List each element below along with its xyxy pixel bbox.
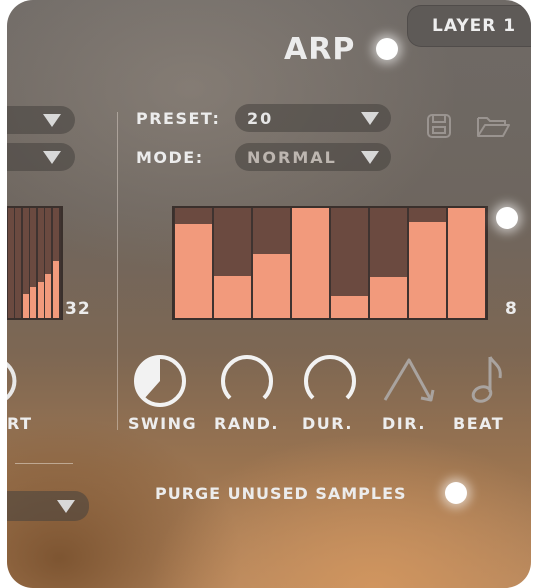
- direction-arrow-icon[interactable]: [381, 354, 443, 406]
- arp-step[interactable]: [292, 208, 329, 318]
- left-step-fill: [37, 282, 44, 318]
- arp-step-fill: [370, 277, 407, 318]
- purge-label[interactable]: PURGE UNUSED SAMPLES: [155, 484, 407, 503]
- left-control-label: RT: [7, 414, 33, 433]
- arp-step-fill: [253, 254, 290, 318]
- mode-label: MODE:: [136, 148, 204, 167]
- arp-step[interactable]: [214, 208, 251, 318]
- left-step-grid[interactable]: [7, 206, 63, 320]
- left-step[interactable]: [45, 208, 51, 318]
- arp-power-toggle[interactable]: [376, 38, 398, 60]
- arp-step-fill: [292, 208, 329, 318]
- arp-title: ARP: [284, 32, 356, 67]
- save-icon[interactable]: [425, 112, 453, 140]
- dur-knob-icon[interactable]: [301, 352, 359, 410]
- dir-label: DIR.: [382, 414, 426, 433]
- left-step[interactable]: [22, 208, 29, 318]
- preset-label: PRESET:: [136, 109, 221, 128]
- beat-label: BEAT: [453, 414, 505, 433]
- arp-step-grid[interactable]: [172, 206, 488, 320]
- left-step-count: 32: [65, 299, 91, 319]
- arp-step-fill: [409, 222, 446, 318]
- arp-step[interactable]: [175, 208, 212, 318]
- left-step[interactable]: [15, 208, 21, 318]
- arp-step[interactable]: [253, 208, 290, 318]
- knob-icon[interactable]: [7, 356, 21, 406]
- arp-panel: LAYER 1 ARP PRESET: 20 MODE: NORMAL 32 8…: [7, 0, 531, 588]
- step-count: 8: [505, 299, 518, 319]
- preset-value: 20: [247, 109, 274, 128]
- left-step[interactable]: [37, 208, 44, 318]
- left-step-fill: [22, 294, 29, 318]
- folder-icon[interactable]: [475, 112, 513, 140]
- left-dropdown-2[interactable]: [7, 143, 75, 171]
- left-step[interactable]: [7, 208, 14, 318]
- arp-step-fill: [448, 208, 485, 318]
- left-step-fill: [30, 287, 36, 318]
- chevron-down-icon: [361, 151, 379, 164]
- layer-label: LAYER 1: [432, 16, 517, 36]
- section-divider: [117, 112, 118, 430]
- left-divider: [15, 463, 73, 464]
- arp-step-fill: [214, 276, 251, 318]
- layer-badge[interactable]: LAYER 1: [407, 5, 531, 47]
- arp-step-fill: [331, 296, 368, 318]
- arp-step[interactable]: [370, 208, 407, 318]
- chevron-down-icon: [43, 151, 61, 164]
- chevron-down-icon: [43, 114, 61, 127]
- mode-dropdown[interactable]: NORMAL: [235, 143, 391, 171]
- arp-step[interactable]: [448, 208, 485, 318]
- left-dropdown-1[interactable]: [7, 106, 75, 134]
- purge-toggle[interactable]: [445, 482, 467, 504]
- preset-dropdown[interactable]: 20: [235, 104, 391, 132]
- rand-label: RAND.: [214, 414, 279, 433]
- chevron-down-icon: [361, 112, 379, 125]
- swing-knob-icon[interactable]: [131, 352, 189, 410]
- mode-value: NORMAL: [247, 148, 337, 167]
- arp-step[interactable]: [409, 208, 446, 318]
- left-step[interactable]: [30, 208, 36, 318]
- chevron-down-icon: [57, 500, 75, 513]
- step-grid-toggle[interactable]: [496, 207, 518, 229]
- dur-label: DUR.: [302, 414, 353, 433]
- arp-step[interactable]: [331, 208, 368, 318]
- left-step-fill: [52, 261, 59, 318]
- swing-label: SWING: [128, 414, 198, 433]
- left-step-fill: [45, 274, 51, 318]
- arp-step-fill: [175, 224, 212, 318]
- eighth-note-icon[interactable]: [468, 352, 508, 406]
- rand-knob-icon[interactable]: [218, 352, 276, 410]
- bottom-left-dropdown[interactable]: [7, 491, 89, 521]
- left-step[interactable]: [52, 208, 59, 318]
